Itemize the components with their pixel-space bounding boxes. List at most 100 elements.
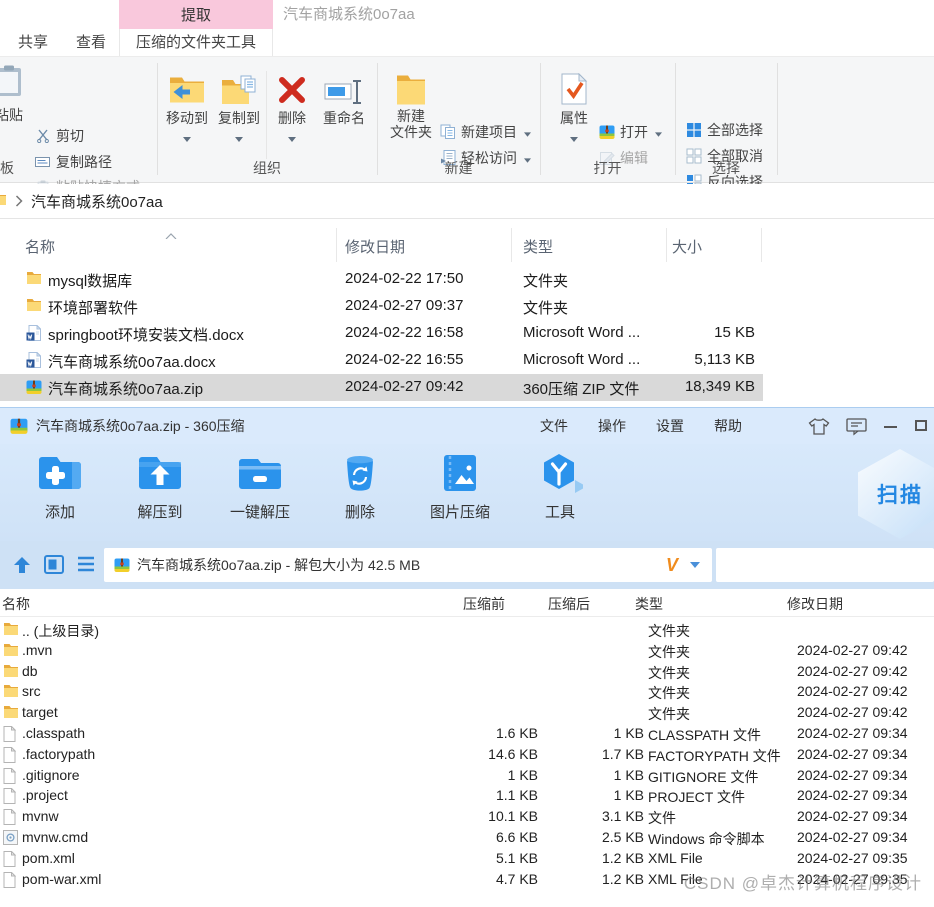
select-all-button[interactable]: 全部选择: [685, 119, 763, 141]
cut-button[interactable]: 剪切: [34, 125, 84, 147]
file-icon: [3, 747, 19, 766]
delete-archive-button[interactable]: 删除: [320, 453, 400, 522]
archive-file-row[interactable]: .factorypath14.6 KB1.7 KBFACTORYPATH 文件2…: [0, 744, 934, 765]
column-header-name[interactable]: 名称: [25, 236, 55, 257]
explorer-file-row[interactable]: 汽车商城系统0o7aa.zip2024-02-27 09:42360压缩 ZIP…: [0, 374, 934, 401]
menu-file[interactable]: 文件: [540, 408, 568, 445]
add-button[interactable]: 添加: [20, 453, 100, 522]
tab-share[interactable]: 共享: [4, 29, 62, 56]
delete-button[interactable]: 删除: [270, 63, 314, 135]
file-type: Microsoft Word ...: [523, 351, 640, 368]
extract-to-button[interactable]: 解压到: [120, 453, 200, 522]
search-box[interactable]: [716, 548, 934, 582]
skin-shirt-icon[interactable]: [808, 418, 830, 440]
column-header-size[interactable]: 大小: [672, 236, 702, 257]
file-icon: [3, 768, 19, 787]
archive-file-row[interactable]: .mvn文件夹2024-02-27 09:42: [0, 640, 934, 661]
open-label: 打开: [620, 122, 648, 142]
folder-icon: [0, 192, 7, 210]
folder-icon: [3, 622, 19, 639]
size-before-compression: 1 KB: [420, 767, 538, 783]
file-type: Microsoft Word ...: [523, 324, 640, 341]
entry-name: pom.xml: [22, 850, 75, 866]
copy-path-button[interactable]: 复制路径: [34, 151, 112, 173]
copy-path-label: 复制路径: [56, 152, 112, 172]
properties-button[interactable]: 属性: [552, 63, 596, 135]
archive-column-name[interactable]: 名称: [2, 594, 30, 614]
entry-modified-date: 2024-02-27 09:34: [797, 767, 908, 783]
archive-column-after[interactable]: 压缩后: [548, 594, 590, 614]
folder-icon: [3, 664, 19, 681]
archive-file-row[interactable]: target文件夹2024-02-27 09:42: [0, 702, 934, 723]
rename-button[interactable]: 重命名: [314, 63, 374, 128]
chevron-down-icon: [161, 129, 213, 135]
cut-label: 剪切: [56, 126, 84, 146]
file-icon: [3, 872, 19, 891]
new-item-label: 新建项目: [461, 122, 517, 142]
archive-column-type[interactable]: 类型: [635, 594, 663, 614]
list-view-icon[interactable]: [76, 555, 96, 578]
tab-view[interactable]: 查看: [62, 29, 120, 56]
copy-to-button[interactable]: 复制到: [213, 63, 265, 135]
archive-column-before[interactable]: 压缩前: [463, 594, 505, 614]
archive-file-row[interactable]: db文件夹2024-02-27 09:42: [0, 661, 934, 682]
scan-badge[interactable]: 扫描: [858, 449, 934, 539]
entry-type: 文件夹: [648, 704, 690, 724]
select-all-label: 全部选择: [707, 120, 763, 140]
menu-action[interactable]: 操作: [598, 408, 626, 445]
menu-help[interactable]: 帮助: [714, 408, 742, 445]
explorer-file-row[interactable]: 环境部署软件2024-02-27 09:37文件夹: [0, 293, 934, 320]
entry-type: GITIGNORE 文件: [648, 767, 758, 787]
move-to-icon: [161, 63, 213, 105]
chevron-right-icon: [15, 195, 23, 207]
column-header-type[interactable]: 类型: [523, 236, 553, 257]
explorer-file-row[interactable]: springboot环境安装文档.docx2024-02-22 16:58Mic…: [0, 320, 934, 347]
explorer-list-header: 名称 修改日期 类型 大小: [0, 224, 934, 264]
minimize-button[interactable]: [884, 426, 897, 428]
archive-file-row[interactable]: .project1.1 KB1 KBPROJECT 文件2024-02-27 0…: [0, 785, 934, 806]
new-item-button[interactable]: 新建项目: [439, 121, 531, 143]
cmd-icon: [3, 830, 19, 848]
entry-name: .classpath: [22, 725, 85, 741]
chevron-down-icon[interactable]: [690, 562, 700, 568]
new-folder-button[interactable]: 新建 文件夹: [385, 63, 437, 140]
delete-archive-label: 删除: [320, 501, 400, 522]
one-key-extract-button[interactable]: 一键解压: [220, 453, 300, 522]
archive-file-row[interactable]: .gitignore1 KB1 KBGITIGNORE 文件2024-02-27…: [0, 765, 934, 786]
open-button[interactable]: 打开: [598, 121, 662, 143]
entry-type: 文件: [648, 808, 676, 828]
archive-file-row[interactable]: mvnw10.1 KB3.1 KB文件2024-02-27 09:34: [0, 806, 934, 827]
entry-name: target: [22, 704, 58, 720]
archive-file-row[interactable]: .classpath1.6 KB1 KBCLASSPATH 文件2024-02-…: [0, 723, 934, 744]
up-level-icon[interactable]: [12, 555, 32, 580]
paste-button[interactable]: 粘贴: [0, 65, 32, 125]
archive-file-row[interactable]: pom.xml5.1 KB1.2 KBXML File2024-02-27 09…: [0, 848, 934, 869]
entry-modified-date: 2024-02-27 09:34: [797, 725, 908, 741]
group-caption-clipboard: 剪贴板: [0, 158, 21, 178]
new-item-icon: [439, 124, 456, 140]
chevron-down-icon: [655, 124, 662, 140]
image-compress-button[interactable]: 图片压缩: [420, 453, 500, 522]
tab-compressed-folder-tools[interactable]: 压缩的文件夹工具: [119, 29, 273, 56]
entry-name: mvnw: [22, 808, 59, 824]
explorer-file-row[interactable]: mysql数据库2024-02-22 17:50文件夹: [0, 266, 934, 293]
archive-file-row[interactable]: .. (上级目录)文件夹: [0, 619, 934, 640]
archive-column-date[interactable]: 修改日期: [787, 594, 843, 614]
tools-button[interactable]: 工具: [520, 453, 600, 522]
entry-type: PROJECT 文件: [648, 787, 745, 807]
archive-file-row[interactable]: src文件夹2024-02-27 09:42: [0, 681, 934, 702]
feedback-icon[interactable]: [846, 418, 867, 441]
zip-file-icon: [114, 557, 130, 573]
menu-settings[interactable]: 设置: [656, 408, 684, 445]
column-header-date[interactable]: 修改日期: [345, 236, 405, 257]
image-compress-label: 图片压缩: [420, 501, 500, 522]
archiver-titlebar[interactable]: 汽车商城系统0o7aa.zip - 360压缩 文件 操作 设置 帮助: [0, 407, 934, 444]
archive-path-input[interactable]: 汽车商城系统0o7aa.zip - 解包大小为 42.5 MB V: [104, 548, 712, 582]
size-after-compression: 1 KB: [545, 767, 644, 783]
move-to-button[interactable]: 移动到: [161, 63, 213, 135]
maximize-button[interactable]: [915, 420, 927, 431]
address-bar[interactable]: 汽车商城系统0o7aa: [0, 184, 934, 219]
view-panel-icon[interactable]: [44, 555, 64, 579]
archive-file-row[interactable]: mvnw.cmd6.6 KB2.5 KBWindows 命令脚本2024-02-…: [0, 827, 934, 848]
explorer-file-row[interactable]: 汽车商城系统0o7aa.docx2024-02-22 16:55Microsof…: [0, 347, 934, 374]
